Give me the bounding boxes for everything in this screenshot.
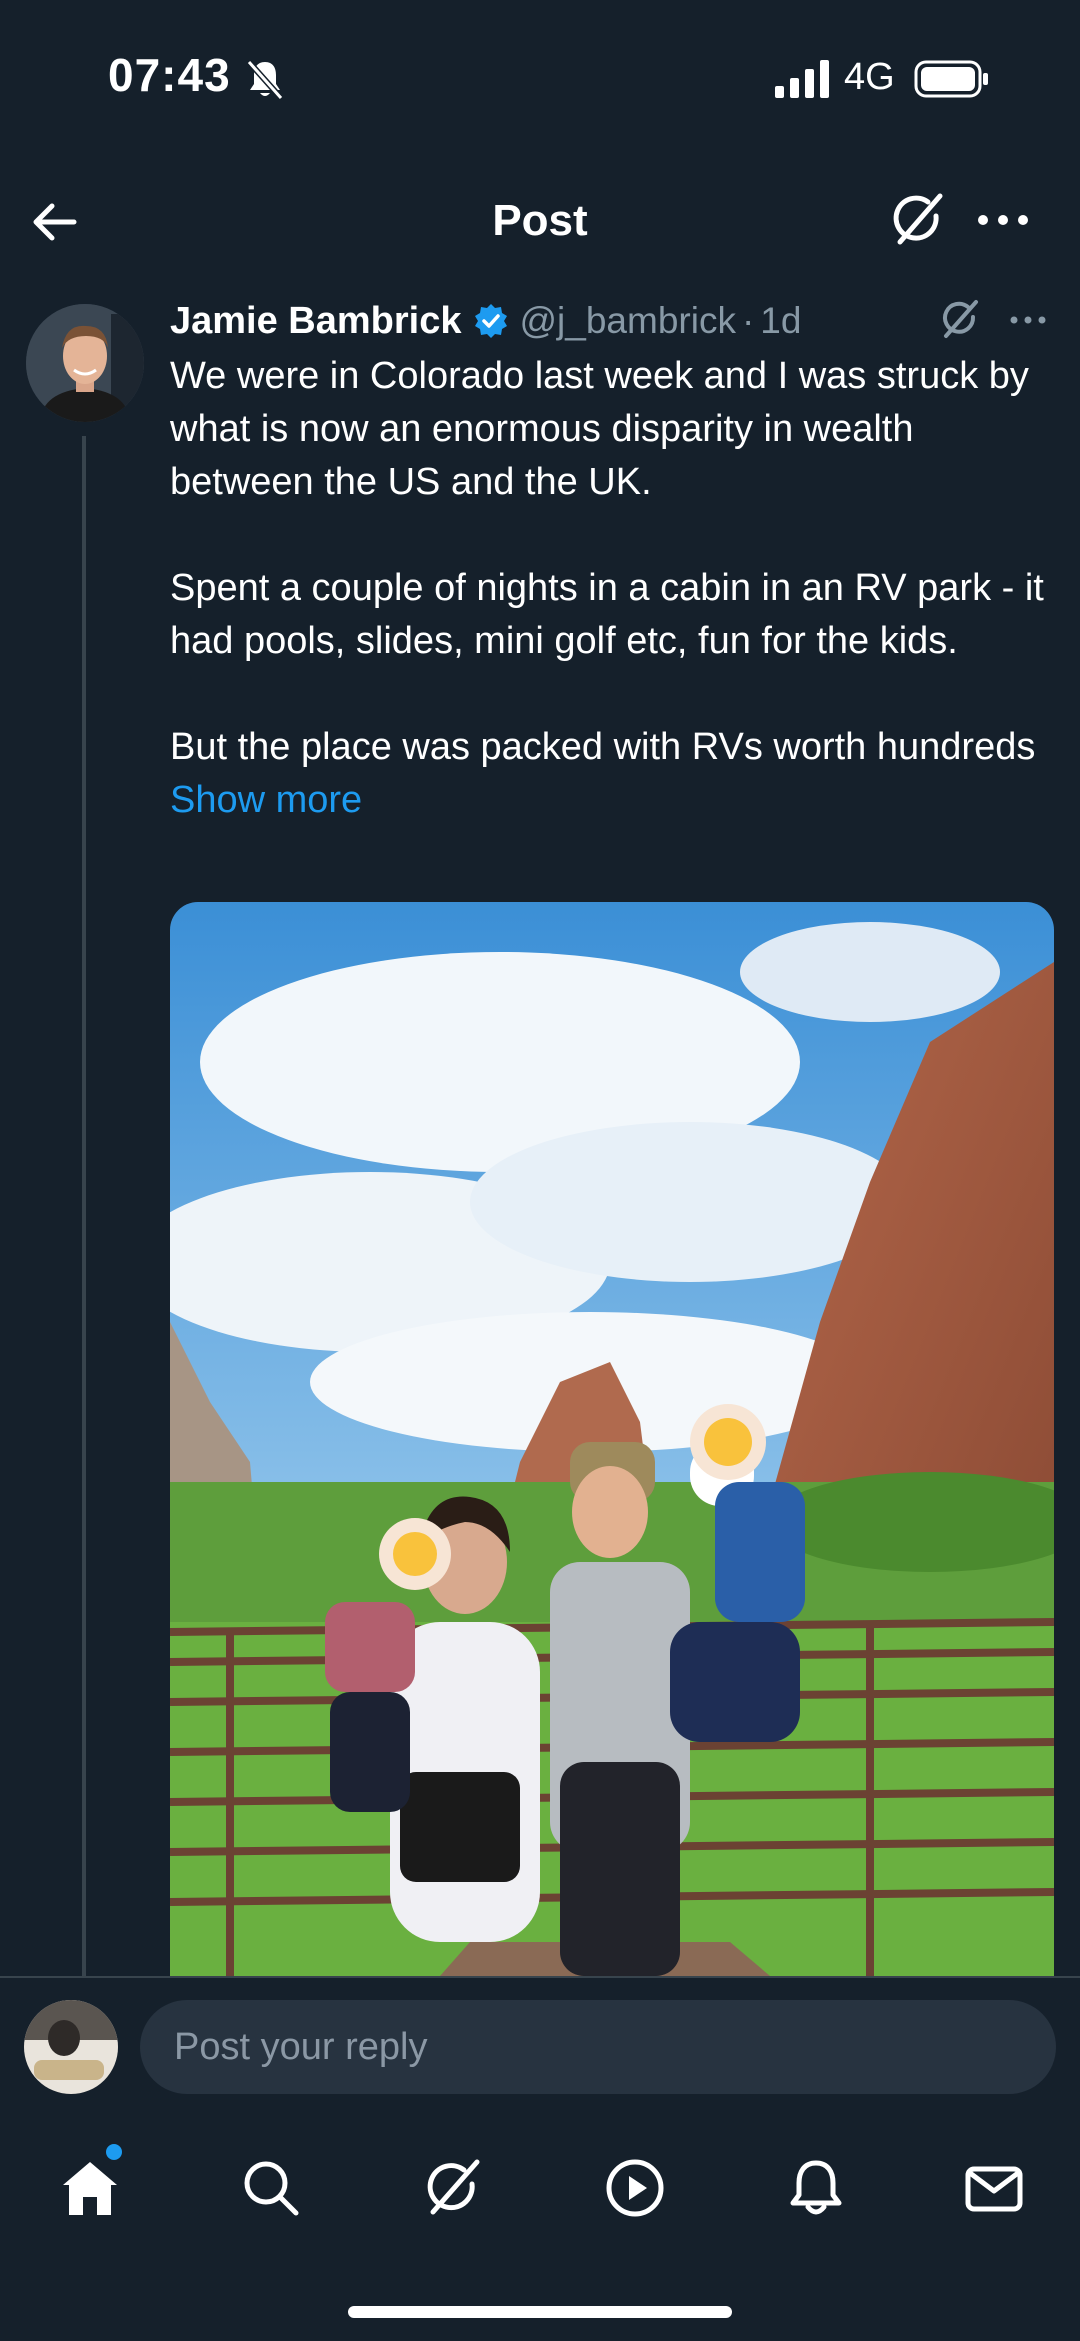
nav-video[interactable] (595, 2148, 675, 2228)
network-type: 4G (844, 56, 895, 98)
post-more-icon[interactable] (1008, 304, 1048, 336)
author-name[interactable]: Jamie Bambrick (170, 300, 462, 343)
post-paragraph: Spent a couple of nights in a cabin in a… (170, 567, 1044, 662)
bottom-navigation (0, 2098, 1080, 2341)
verified-badge-icon (474, 304, 507, 338)
author-handle[interactable]: @j_bambrick (520, 300, 736, 342)
nav-grok[interactable] (413, 2148, 493, 2228)
show-more-link[interactable]: Show more (170, 779, 362, 821)
nav-messages[interactable] (954, 2148, 1034, 2228)
nav-home[interactable] (50, 2148, 130, 2228)
video-icon (606, 2159, 664, 2217)
post-paragraph-text: But the place was packed with RVs worth … (170, 726, 1036, 768)
messages-icon (965, 2166, 1023, 2212)
reply-composer-bar (0, 1976, 1080, 2096)
post-paragraph: We were in Colorado last week and I was … (170, 355, 1029, 503)
post-time: 1d (760, 300, 802, 341)
notifications-icon (790, 2160, 842, 2215)
post-paragraph: But the place was packed with RVs worth … (170, 721, 1060, 827)
user-avatar[interactable] (24, 2000, 118, 2094)
notification-dot (106, 2144, 122, 2160)
bell-off-icon (246, 60, 284, 100)
grok-icon[interactable] (888, 190, 948, 250)
author-avatar[interactable] (26, 304, 144, 422)
signal-icon (775, 60, 829, 98)
post-detail-screen: 07:43 4G Post Jamie Bambrick @j_bambrick… (0, 0, 1080, 2341)
nav-search[interactable] (231, 2148, 311, 2228)
reply-input[interactable] (140, 2000, 1056, 2094)
grok-icon[interactable] (938, 298, 982, 342)
separator-dot: · (741, 300, 755, 341)
home-indicator[interactable] (348, 2306, 732, 2318)
status-bar: 07:43 4G (0, 0, 1080, 160)
post-media-image[interactable] (170, 902, 1054, 1976)
battery-icon (914, 60, 988, 98)
nav-notifications[interactable] (776, 2148, 856, 2228)
search-icon (244, 2161, 299, 2216)
status-time: 07:43 (108, 49, 231, 101)
top-app-bar: Post (0, 160, 1080, 285)
home-icon (63, 2162, 117, 2215)
thread-line (82, 436, 86, 1976)
post-header: Jamie Bambrick @j_bambrick · 1d (170, 296, 801, 346)
post-text: We were in Colorado last week and I was … (170, 350, 1060, 827)
grok-icon (427, 2159, 480, 2215)
more-icon[interactable] (975, 200, 1031, 240)
